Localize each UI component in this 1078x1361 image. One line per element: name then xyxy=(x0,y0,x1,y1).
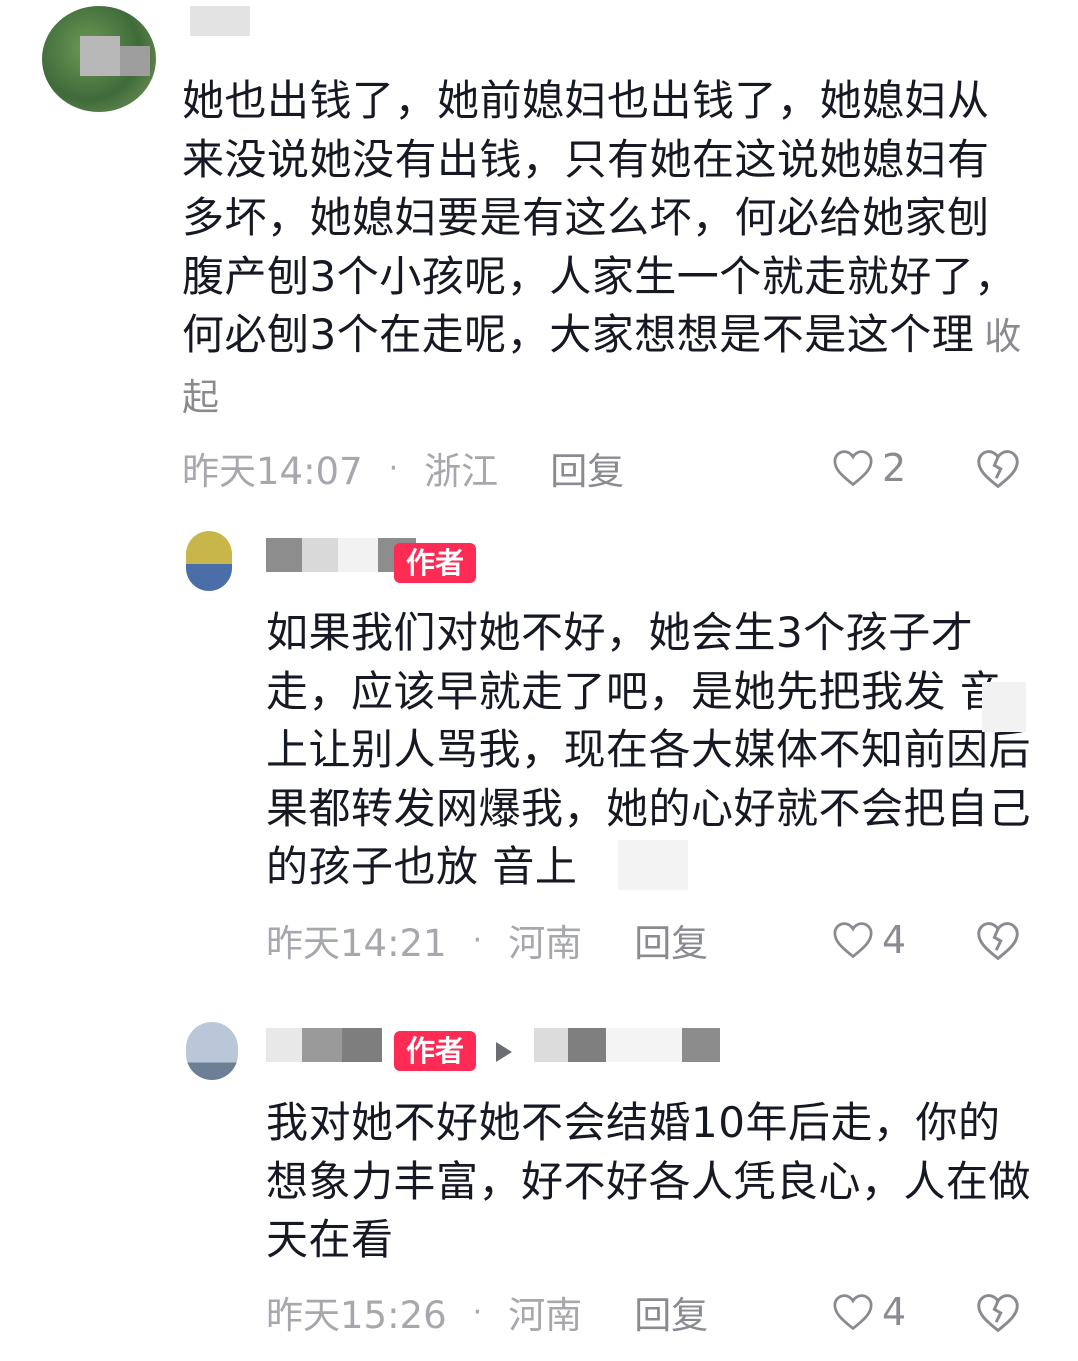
broken-heart-icon[interactable] xyxy=(976,447,1020,491)
broken-heart-icon[interactable] xyxy=(976,919,1020,963)
blur-patch xyxy=(982,682,1026,732)
separator-dot: · xyxy=(472,922,483,958)
reply-to-username-blurred[interactable] xyxy=(534,1028,720,1062)
like-button[interactable]: 4 xyxy=(832,915,906,965)
comment-time: 昨天14:07 xyxy=(182,450,363,493)
comment-text: 她也出钱了，她前媳妇也出钱了，她媳妇从来没说她没有出钱，只有她在这说她媳妇有多坏… xyxy=(182,72,1028,427)
reply-button[interactable]: 回复 xyxy=(550,441,624,495)
like-count: 2 xyxy=(882,446,907,490)
comment-meta: 昨天14:07 · 浙江 回复 xyxy=(182,443,624,493)
like-count: 4 xyxy=(882,1290,907,1334)
like-button[interactable]: 4 xyxy=(832,1287,906,1337)
broken-heart-icon[interactable] xyxy=(976,1291,1020,1335)
heart-outline-icon xyxy=(833,1294,873,1331)
play-triangle-icon xyxy=(496,1042,512,1062)
author-badge: 作者 xyxy=(394,543,477,583)
avatar[interactable] xyxy=(186,531,232,591)
comment-location: 河南 xyxy=(508,922,583,965)
separator-dot: · xyxy=(472,1294,483,1330)
comment-text: 我对她不好她不会结婚10年后走，你的想象力丰富，好不好各人凭良心，人在做天在看 xyxy=(266,1094,1036,1270)
comment-meta: 昨天15:26 · 河南 回复 xyxy=(266,1287,708,1337)
avatar[interactable] xyxy=(42,6,156,112)
username-blurred[interactable] xyxy=(266,1028,382,1062)
comment-location: 河南 xyxy=(508,1294,583,1337)
username-blurred[interactable] xyxy=(190,6,250,36)
like-count: 4 xyxy=(882,918,907,962)
comment-time: 昨天14:21 xyxy=(266,922,447,965)
comment-meta: 昨天14:21 · 河南 回复 xyxy=(266,915,708,965)
avatar[interactable] xyxy=(186,1022,238,1080)
heart-outline-icon xyxy=(833,450,873,487)
comment-time: 昨天15:26 xyxy=(266,1294,447,1337)
blur-patch xyxy=(618,840,688,890)
comment-text-body: 她也出钱了，她前媳妇也出钱了，她媳妇从来没说她没有出钱，只有她在这说她媳妇有多坏… xyxy=(182,76,1017,359)
separator-dot: · xyxy=(388,450,399,486)
heart-outline-icon xyxy=(833,922,873,959)
author-badge: 作者 xyxy=(394,1031,477,1071)
comment-location: 浙江 xyxy=(424,450,499,493)
reply-button[interactable]: 回复 xyxy=(634,1285,708,1339)
like-button[interactable]: 2 xyxy=(832,443,906,493)
reply-button[interactable]: 回复 xyxy=(634,913,708,967)
comment-text-body: 我对她不好她不会结婚10年后走，你的想象力丰富，好不好各人凭良心，人在做天在看 xyxy=(266,1098,1032,1264)
